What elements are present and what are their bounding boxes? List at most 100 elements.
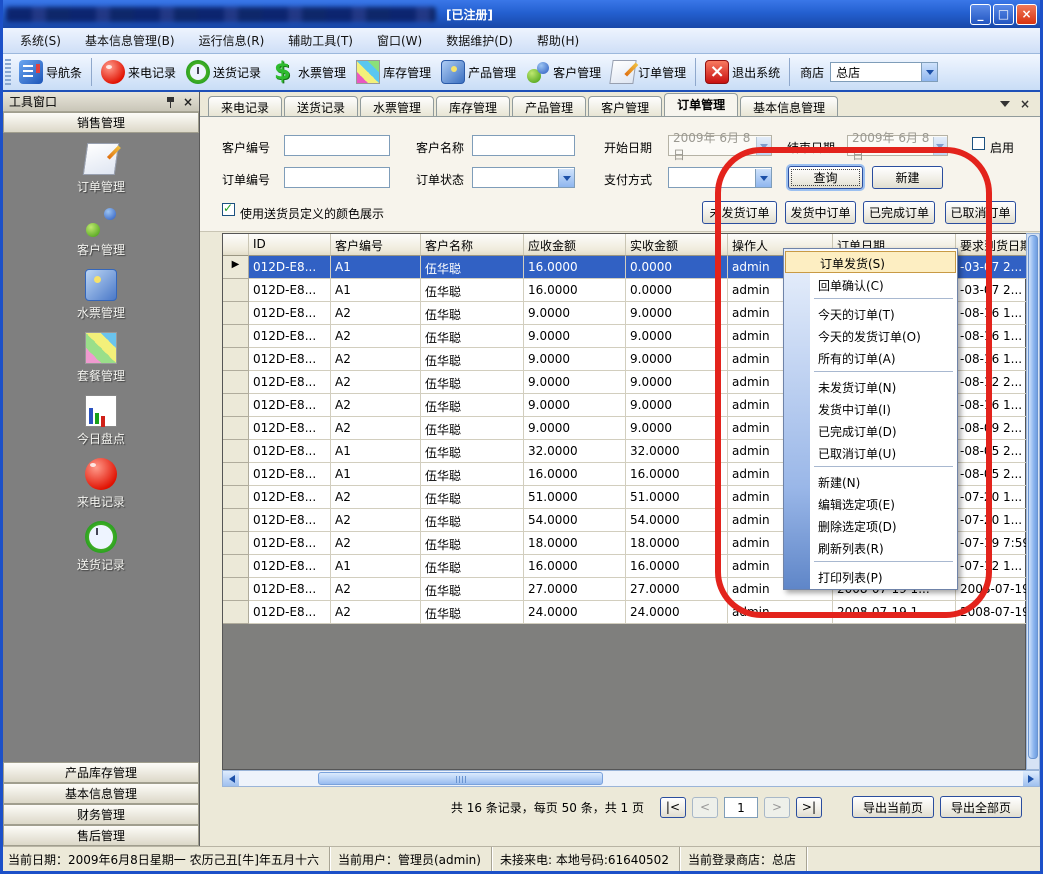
- context-menu-item-15[interactable]: 刷新列表(R): [784, 536, 957, 558]
- export-current-page-button[interactable]: 导出当前页: [852, 796, 934, 818]
- start-date-dropdown-icon[interactable]: [756, 137, 771, 155]
- toolbar-item-dollar[interactable]: 水票管理: [266, 58, 351, 86]
- column-header-3[interactable]: 应收金额: [524, 234, 626, 256]
- vertical-scrollbar-thumb[interactable]: [1028, 235, 1038, 759]
- menu-item-4[interactable]: 窗口(W): [367, 29, 432, 52]
- enable-checkbox[interactable]: [972, 137, 985, 150]
- context-menu-item-17[interactable]: 打印列表(P): [784, 565, 957, 587]
- end-date-picker[interactable]: 2009年 6月 8日: [847, 135, 948, 156]
- order-no-input[interactable]: [284, 167, 390, 188]
- context-menu-item-7[interactable]: 未发货订单(N): [784, 375, 957, 397]
- customer-name-input[interactable]: [472, 135, 575, 156]
- order-status-select[interactable]: [472, 167, 575, 188]
- scroll-right-icon[interactable]: [1023, 771, 1039, 786]
- sidebar-item-ticket[interactable]: 水票管理: [77, 269, 125, 321]
- delivery-color-checkbox[interactable]: [222, 203, 235, 216]
- customer-no-input[interactable]: [284, 135, 390, 156]
- first-page-button[interactable]: |<: [660, 797, 686, 818]
- toolbar-item-warehouse[interactable]: 库存管理: [351, 58, 436, 86]
- shop-dropdown-icon[interactable]: [921, 63, 937, 81]
- context-menu-item-8[interactable]: 发货中订单(I): [784, 397, 957, 419]
- status-filter-button-3[interactable]: 已取消订单: [945, 201, 1016, 224]
- toolbar-item-product[interactable]: 产品管理: [436, 58, 521, 86]
- column-header-1[interactable]: 客户编号: [331, 234, 421, 256]
- export-all-pages-button[interactable]: 导出全部页: [940, 796, 1022, 818]
- end-date-dropdown-icon[interactable]: [933, 137, 948, 155]
- status-filter-button-2[interactable]: 已完成订单: [863, 201, 935, 224]
- sidebar-group-0[interactable]: 产品库存管理: [3, 762, 199, 783]
- context-menu-item-4[interactable]: 今天的发货订单(O): [784, 324, 957, 346]
- context-menu-item-13[interactable]: 编辑选定项(E): [784, 492, 957, 514]
- start-date-picker[interactable]: 2009年 6月 8日: [668, 135, 772, 156]
- column-header-4[interactable]: 实收金额: [626, 234, 728, 256]
- context-menu-item-12[interactable]: 新建(N): [784, 470, 957, 492]
- prev-page-button[interactable]: <: [692, 797, 718, 818]
- column-header-0[interactable]: ID: [249, 234, 331, 256]
- query-button[interactable]: 查询: [788, 166, 863, 189]
- context-menu-item-9[interactable]: 已完成订单(D): [784, 419, 957, 441]
- context-menu-item-5[interactable]: 所有的订单(A): [784, 346, 957, 368]
- order-status-dropdown-icon[interactable]: [558, 169, 574, 187]
- sidebar-group-2[interactable]: 财务管理: [3, 804, 199, 825]
- sidebar-group-3[interactable]: 售后管理: [3, 825, 199, 846]
- sidebar-item-customers[interactable]: 客户管理: [77, 206, 125, 258]
- tab-来电记录[interactable]: 来电记录: [208, 96, 282, 116]
- table-row[interactable]: 012D-E8...A2伍华聪24.000024.0000admin2008-0…: [223, 601, 1025, 624]
- maximize-button[interactable]: □: [993, 4, 1014, 25]
- menu-item-0[interactable]: 系统(S): [10, 29, 71, 52]
- close-button[interactable]: ×: [1016, 4, 1037, 25]
- tool-window-close-icon[interactable]: ×: [183, 95, 193, 109]
- horizontal-scrollbar[interactable]: [222, 770, 1040, 787]
- next-page-button[interactable]: >: [764, 797, 790, 818]
- sidebar-item-chart[interactable]: 今日盘点: [77, 395, 125, 447]
- sidebar-item-order[interactable]: 订单管理: [77, 143, 125, 195]
- sidebar-group-sales[interactable]: 销售管理: [3, 112, 199, 133]
- tab-客户管理[interactable]: 客户管理: [588, 96, 662, 116]
- context-menu-item-0[interactable]: 订单发货(S): [785, 251, 956, 273]
- page-number-input[interactable]: 1: [724, 797, 758, 818]
- tab-送货记录[interactable]: 送货记录: [284, 96, 358, 116]
- toolbar-item-exit[interactable]: 退出系统: [700, 58, 785, 86]
- vertical-scrollbar[interactable]: [1026, 233, 1040, 770]
- tab-订单管理[interactable]: 订单管理: [664, 93, 738, 116]
- menu-item-6[interactable]: 帮助(H): [527, 29, 589, 52]
- cell: A1: [331, 279, 421, 302]
- tab-水票管理[interactable]: 水票管理: [360, 96, 434, 116]
- menu-item-2[interactable]: 运行信息(R): [189, 29, 275, 52]
- sidebar-item-delivery[interactable]: 送货记录: [77, 521, 125, 573]
- toolbar-item-order[interactable]: 订单管理: [606, 58, 691, 86]
- new-button[interactable]: 新建: [872, 166, 943, 189]
- minimize-button[interactable]: _: [970, 4, 991, 25]
- context-menu-item-14[interactable]: 删除选定项(D): [784, 514, 957, 536]
- context-menu-item-1[interactable]: 回单确认(C): [784, 273, 957, 295]
- menu-item-3[interactable]: 辅助工具(T): [278, 29, 363, 52]
- status-filter-button-0[interactable]: 未发货订单: [702, 201, 777, 224]
- context-menu-item-3[interactable]: 今天的订单(T): [784, 302, 957, 324]
- pay-method-select[interactable]: [668, 167, 772, 188]
- status-filter-button-1[interactable]: 发货中订单: [785, 201, 856, 224]
- tab-产品管理[interactable]: 产品管理: [512, 96, 586, 116]
- shop-select[interactable]: 总店: [830, 62, 938, 82]
- toolbar-item-navigator[interactable]: 导航条: [14, 58, 87, 86]
- tab-list-dropdown-icon[interactable]: [1000, 101, 1010, 112]
- toolbar-item-call[interactable]: 来电记录: [96, 58, 181, 86]
- column-header-2[interactable]: 客户名称: [421, 234, 524, 256]
- context-menu-item-10[interactable]: 已取消订单(U): [784, 441, 957, 463]
- sidebar-item-package[interactable]: 套餐管理: [77, 332, 125, 384]
- menu-item-1[interactable]: 基本信息管理(B): [75, 29, 185, 52]
- menu-item-5[interactable]: 数据维护(D): [436, 29, 523, 52]
- tab-close-icon[interactable]: ×: [1020, 97, 1030, 111]
- scroll-left-icon[interactable]: [223, 771, 239, 786]
- sidebar-group-1[interactable]: 基本信息管理: [3, 783, 199, 804]
- tab-基本信息管理[interactable]: 基本信息管理: [740, 96, 838, 116]
- toolbar-item-customers[interactable]: 客户管理: [521, 58, 606, 86]
- last-page-button[interactable]: >|: [796, 797, 822, 818]
- pin-icon[interactable]: [166, 96, 175, 108]
- pay-method-dropdown-icon[interactable]: [755, 169, 771, 187]
- toolbar-item-delivery[interactable]: 送货记录: [181, 58, 266, 86]
- status-segment-3: 当前登录商店：总店: [680, 847, 807, 871]
- horizontal-scrollbar-thumb[interactable]: [318, 772, 603, 785]
- tab-库存管理[interactable]: 库存管理: [436, 96, 510, 116]
- column-header-7[interactable]: 要求到货日期: [956, 234, 1027, 256]
- sidebar-item-call[interactable]: 来电记录: [77, 458, 125, 510]
